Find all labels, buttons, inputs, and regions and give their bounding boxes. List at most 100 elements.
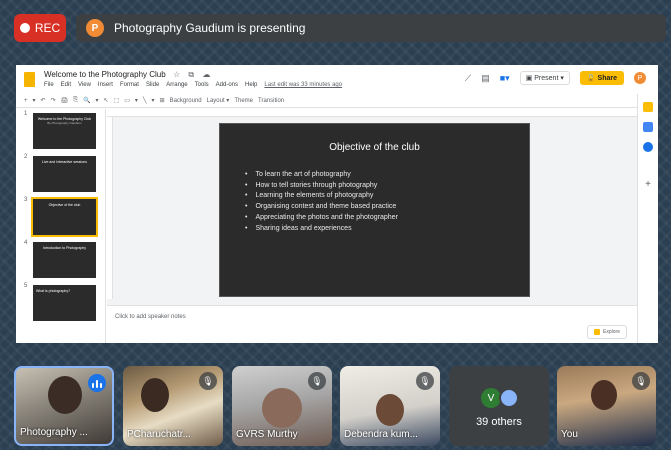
menu-arrange[interactable]: Arrange (166, 82, 187, 88)
zoom-dropdown-icon[interactable]: ▾ (96, 97, 99, 104)
undo-icon[interactable]: ↶ (41, 97, 46, 104)
speaker-notes[interactable]: Click to add speaker notes Explore (107, 305, 637, 343)
header-actions: ⟋ ▤ ■▾ ▣ Present ▾ 🔒 Share P (465, 71, 646, 85)
theme-button[interactable]: Theme (234, 98, 253, 104)
comment-add-icon[interactable]: ⊞ (160, 97, 165, 104)
participant-name: You (561, 429, 578, 440)
speaking-indicator-icon (88, 374, 106, 392)
thumbnail-row[interactable]: 3 Objective of the club (16, 197, 106, 237)
participant-tile[interactable]: 🎙 PCharuchatr... (123, 366, 223, 446)
presenting-text: Photography Gaudium is presenting (114, 21, 306, 35)
slide-thumbnail[interactable]: Introduction to Photography (33, 242, 96, 278)
participant-tile[interactable]: 🎙 Debendra kum... (340, 366, 440, 446)
slide-number: 2 (24, 154, 28, 160)
meet-icon[interactable]: ■▾ (500, 73, 510, 84)
redo-icon[interactable]: ↷ (51, 97, 56, 104)
transition-button[interactable]: Transition (258, 98, 284, 104)
activity-icon[interactable]: ⟋ (465, 73, 471, 84)
participant-tile[interactable]: Photography ... (14, 366, 114, 446)
bullet-item: Learning the elements of photography (245, 191, 398, 202)
share-button[interactable]: 🔒 Share (579, 71, 624, 85)
menu-help[interactable]: Help (245, 82, 257, 88)
calendar-icon[interactable] (643, 122, 653, 132)
slide-thumbnail[interactable]: Live and Interactive sessions (33, 156, 96, 192)
thumbnail-row[interactable]: 1 Welcome to the Photography Club By Pho… (16, 111, 106, 151)
thumbnail-subtitle: By Photography Gaudium (47, 120, 82, 125)
line-icon[interactable]: ╲ (143, 97, 147, 104)
thumbnail-title: Objective of the club (48, 203, 81, 207)
bullet-item: Sharing ideas and experiences (245, 224, 398, 235)
participant-tile[interactable]: 🎙 GVRS Murthy (232, 366, 332, 446)
explore-button[interactable]: Explore (587, 325, 627, 339)
select-icon[interactable]: ↖ (104, 97, 109, 104)
horizontal-ruler (107, 109, 637, 117)
line-dropdown-icon[interactable]: ▾ (152, 97, 155, 104)
new-slide-icon[interactable]: + (24, 98, 28, 104)
textbox-icon[interactable]: ⬚ (114, 97, 120, 104)
paint-format-icon[interactable]: ⎘ (73, 97, 78, 104)
add-addon-icon[interactable]: + (643, 180, 653, 190)
tasks-icon[interactable] (643, 142, 653, 152)
slide-number: 3 (24, 197, 28, 203)
menu-tools[interactable]: Tools (195, 82, 209, 88)
current-slide[interactable]: Objective of the club To learn the art o… (219, 123, 530, 297)
new-slide-dropdown-icon[interactable]: ▾ (33, 97, 36, 104)
menu-format[interactable]: Format (120, 82, 139, 88)
comment-icon[interactable]: ▤ (481, 73, 490, 84)
record-dot-icon (19, 23, 30, 33)
menu-addons[interactable]: Add-ons (216, 82, 238, 88)
slide-number: 5 (24, 283, 28, 289)
shared-screen[interactable]: Welcome to the Photography Club ☆ ⧉ ☁ Fi… (16, 65, 658, 343)
menu-view[interactable]: View (78, 82, 91, 88)
others-avatar-photo (499, 388, 519, 408)
menu-edit[interactable]: Edit (61, 82, 71, 88)
slide-title[interactable]: Objective of the club (220, 142, 529, 153)
menu-slide[interactable]: Slide (146, 82, 159, 88)
participant-video (376, 394, 404, 426)
slide-thumbnail[interactable]: What is photography? (33, 285, 96, 321)
others-tile[interactable]: V 39 others (449, 366, 549, 446)
keep-icon[interactable] (643, 102, 653, 112)
menu-insert[interactable]: Insert (98, 82, 113, 88)
mic-off-icon: 🎙 (416, 372, 434, 390)
document-title[interactable]: Welcome to the Photography Club (44, 70, 166, 79)
self-tile[interactable]: 🎙 You (557, 366, 656, 446)
mic-off-icon: 🎙 (632, 372, 650, 390)
side-panel: + (637, 94, 658, 343)
slide-thumbnail-selected[interactable]: Objective of the club (31, 197, 98, 237)
slide-filmstrip: 1 Welcome to the Photography Club By Pho… (16, 109, 106, 343)
others-avatar: V (481, 388, 501, 408)
menu-bar: File Edit View Insert Format Slide Arran… (44, 82, 342, 88)
star-move-cloud-icons[interactable]: ☆ ⧉ ☁ (173, 70, 213, 80)
image-dropdown-icon[interactable]: ▾ (135, 97, 138, 104)
thumbnail-row[interactable]: 4 Introduction to Photography (16, 240, 106, 280)
slides-logo-icon (24, 72, 35, 87)
present-button[interactable]: ▣ Present ▾ (519, 71, 570, 85)
presenting-banner: P Photography Gaudium is presenting (76, 14, 666, 42)
participant-video (141, 378, 169, 412)
slide-thumbnail[interactable]: Welcome to the Photography Club By Photo… (33, 113, 96, 149)
image-icon[interactable]: ▭ (124, 97, 130, 104)
present-label: Present (534, 75, 559, 82)
menu-file[interactable]: File (44, 82, 54, 88)
zoom-icon[interactable]: 🔍 (83, 97, 90, 104)
explore-icon (594, 329, 601, 335)
participant-video (262, 388, 302, 428)
speaker-notes-placeholder[interactable]: Click to add speaker notes (115, 314, 186, 320)
last-edit-link[interactable]: Last edit was 33 minutes ago (264, 82, 342, 88)
print-icon[interactable]: 🖨 (61, 97, 69, 104)
thumbnail-title: What is photography? (36, 289, 71, 293)
slide-bullet-list[interactable]: To learn the art of photography How to t… (245, 170, 398, 235)
vertical-ruler (107, 117, 113, 299)
participant-video (48, 376, 82, 414)
layout-button[interactable]: Layout ▾ (207, 97, 230, 104)
explore-label: Explore (603, 329, 620, 335)
thumbnail-row[interactable]: 5 What is photography? (16, 283, 106, 323)
participant-name: PCharuchatr... (127, 429, 191, 440)
presenter-avatar: P (86, 19, 104, 37)
user-avatar[interactable]: P (634, 72, 646, 84)
mic-off-icon: 🎙 (199, 372, 217, 390)
thumbnail-row[interactable]: 2 Live and Interactive sessions (16, 154, 106, 194)
background-button[interactable]: Background (170, 98, 202, 104)
editing-toolbar: + ▾ ↶ ↷ 🖨 ⎘ 🔍 ▾ ↖ ⬚ ▭ ▾ ╲ ▾ ⊞ Background… (16, 94, 658, 108)
